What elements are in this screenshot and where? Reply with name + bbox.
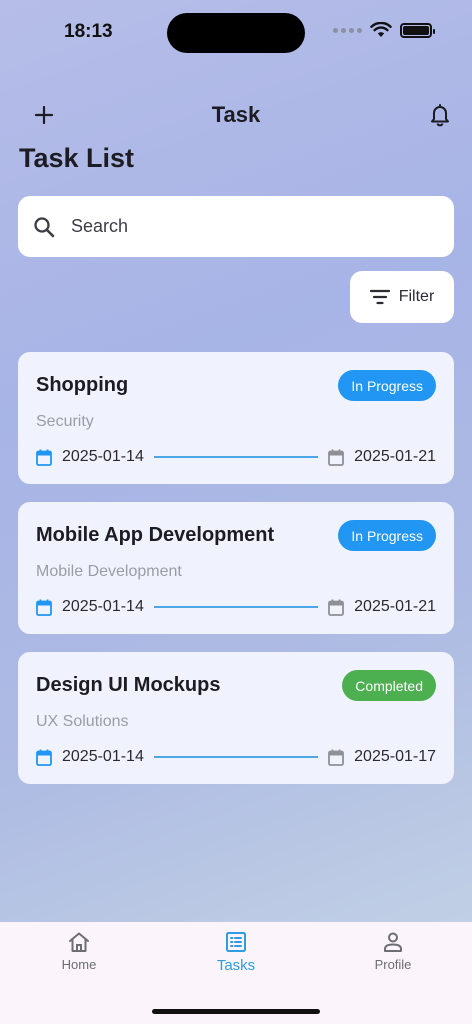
status-badge: In Progress bbox=[338, 370, 436, 401]
filter-button[interactable]: Filter bbox=[350, 271, 454, 323]
search-box[interactable] bbox=[18, 196, 454, 257]
start-date: 2025-01-14 bbox=[62, 448, 144, 465]
calendar-icon bbox=[36, 749, 52, 766]
app-bar: Task bbox=[0, 92, 472, 136]
nav-item-profile[interactable]: Profile bbox=[343, 931, 443, 972]
nav-label-tasks: Tasks bbox=[216, 957, 256, 974]
task-title: Shopping bbox=[36, 374, 129, 396]
dynamic-island bbox=[167, 13, 305, 53]
date-range-line bbox=[153, 606, 319, 608]
task-category: UX Solutions bbox=[36, 713, 129, 730]
nav-item-tasks[interactable]: Tasks bbox=[186, 931, 286, 974]
calendar-icon bbox=[36, 599, 52, 616]
start-date: 2025-01-14 bbox=[62, 598, 144, 615]
task-list: Shopping In Progress Security 2025-01-14… bbox=[18, 352, 454, 802]
task-category: Security bbox=[36, 413, 94, 430]
calendar-icon bbox=[328, 449, 345, 466]
search-icon bbox=[34, 216, 55, 237]
start-date: 2025-01-14 bbox=[62, 748, 144, 765]
filter-label: Filter bbox=[398, 288, 435, 305]
calendar-icon bbox=[328, 749, 345, 766]
task-card[interactable]: Design UI Mockups Completed UX Solutions… bbox=[18, 652, 454, 784]
task-title: Mobile App Development bbox=[36, 524, 275, 546]
status-icons bbox=[333, 22, 435, 38]
end-date: 2025-01-21 bbox=[354, 598, 436, 615]
app-bar-title: Task bbox=[211, 102, 261, 127]
page-title: Task List bbox=[19, 143, 135, 173]
end-date: 2025-01-21 bbox=[354, 448, 436, 465]
filter-icon bbox=[369, 289, 390, 305]
wifi-icon bbox=[370, 22, 392, 37]
end-date: 2025-01-17 bbox=[354, 748, 436, 765]
nav-label-profile: Profile bbox=[374, 957, 412, 972]
status-badge: Completed bbox=[342, 670, 436, 701]
nav-item-home[interactable]: Home bbox=[29, 931, 129, 972]
calendar-icon bbox=[328, 599, 345, 616]
date-range: 2025-01-14 2025-01-17 bbox=[36, 746, 436, 768]
date-range-line bbox=[153, 756, 319, 758]
date-range-line bbox=[153, 456, 319, 458]
person-icon bbox=[384, 932, 402, 952]
signal-icon bbox=[333, 27, 362, 33]
task-category: Mobile Development bbox=[36, 563, 182, 580]
task-title: Design UI Mockups bbox=[36, 674, 221, 696]
task-card[interactable]: Shopping In Progress Security 2025-01-14… bbox=[18, 352, 454, 484]
date-range: 2025-01-14 2025-01-21 bbox=[36, 446, 436, 468]
home-indicator bbox=[152, 1009, 320, 1014]
search-input[interactable] bbox=[71, 216, 411, 237]
calendar-icon bbox=[36, 449, 52, 466]
status-time: 18:13 bbox=[64, 21, 113, 42]
battery-icon bbox=[400, 22, 435, 38]
nav-label-home: Home bbox=[61, 957, 97, 972]
bell-icon bbox=[431, 104, 449, 127]
date-range: 2025-01-14 2025-01-21 bbox=[36, 596, 436, 618]
list-icon bbox=[226, 932, 246, 952]
home-icon bbox=[69, 932, 89, 952]
task-card[interactable]: Mobile App Development In Progress Mobil… bbox=[18, 502, 454, 634]
status-badge: In Progress bbox=[338, 520, 436, 551]
status-bar: 18:13 bbox=[0, 0, 472, 64]
notifications-button[interactable] bbox=[425, 100, 455, 130]
